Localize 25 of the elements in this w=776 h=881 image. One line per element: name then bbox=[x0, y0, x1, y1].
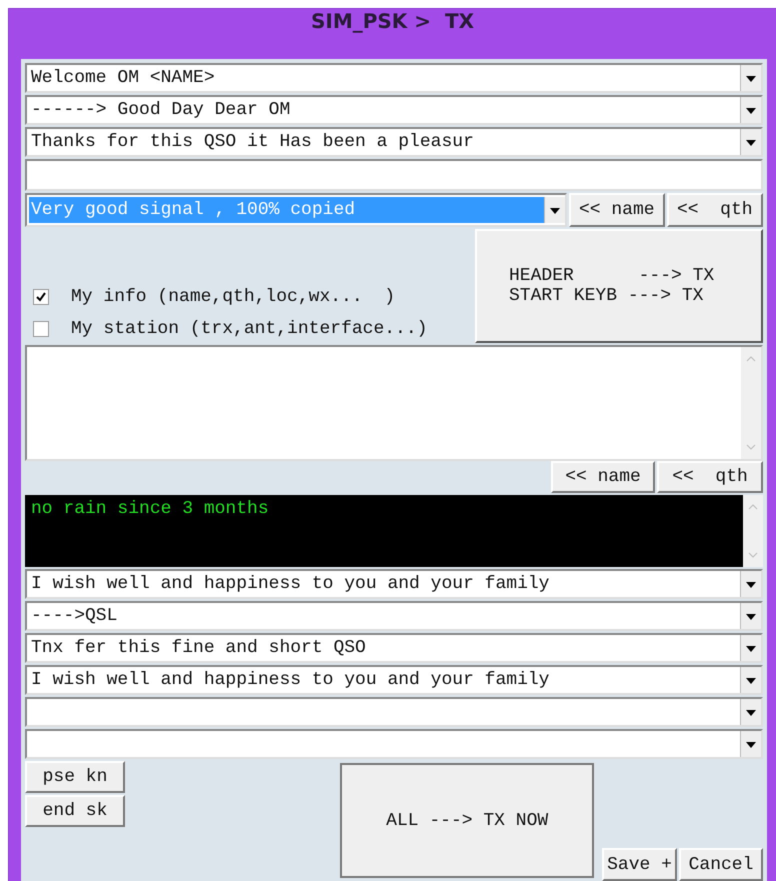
message-dropdown[interactable]: I wish well and happiness to you and your family bbox=[25, 665, 763, 695]
dialog-button[interactable]: Save + bbox=[602, 848, 677, 881]
insert-button[interactable]: << name bbox=[569, 193, 665, 227]
message-dropdown[interactable]: Thanks for this QSO it Has been a pleasur bbox=[25, 127, 763, 157]
text-field[interactable] bbox=[25, 159, 763, 191]
console-area[interactable]: no rain since 3 months bbox=[25, 495, 763, 567]
send-button[interactable]: ALL ---> TX NOW bbox=[340, 763, 594, 878]
message-dropdown[interactable]: Tnx fer this fine and short QSO bbox=[25, 633, 763, 663]
window-title: SIM_PSK > TX bbox=[310, 9, 476, 35]
insert-button[interactable]: << qth bbox=[657, 461, 763, 493]
checkbox-label: My station (trx,ant,interface...) bbox=[71, 319, 428, 339]
dialog-button[interactable]: Cancel bbox=[679, 848, 763, 881]
insert-button[interactable]: << qth bbox=[666, 193, 763, 227]
insert-button[interactable]: << name bbox=[551, 461, 655, 493]
checkbox[interactable] bbox=[33, 321, 49, 337]
header-send-button[interactable]: HEADER ---> TX START KEYB ---> TX bbox=[475, 229, 763, 343]
message-dropdown[interactable]: ---->QSL bbox=[25, 601, 763, 631]
message-dropdown[interactable]: I wish well and happiness to you and your family bbox=[25, 569, 763, 599]
checkbox[interactable] bbox=[33, 289, 49, 305]
macro-button[interactable]: end sk bbox=[25, 795, 125, 827]
checkbox-label: My info (name,qth,loc,wx... ) bbox=[71, 287, 396, 307]
message-dropdown[interactable]: Welcome OM <NAME> bbox=[25, 63, 763, 93]
message-dropdown[interactable]: ------> Good Day Dear OM bbox=[25, 95, 763, 125]
console-text: no rain since 3 months bbox=[30, 498, 270, 521]
macro-button[interactable]: pse kn bbox=[25, 761, 125, 793]
